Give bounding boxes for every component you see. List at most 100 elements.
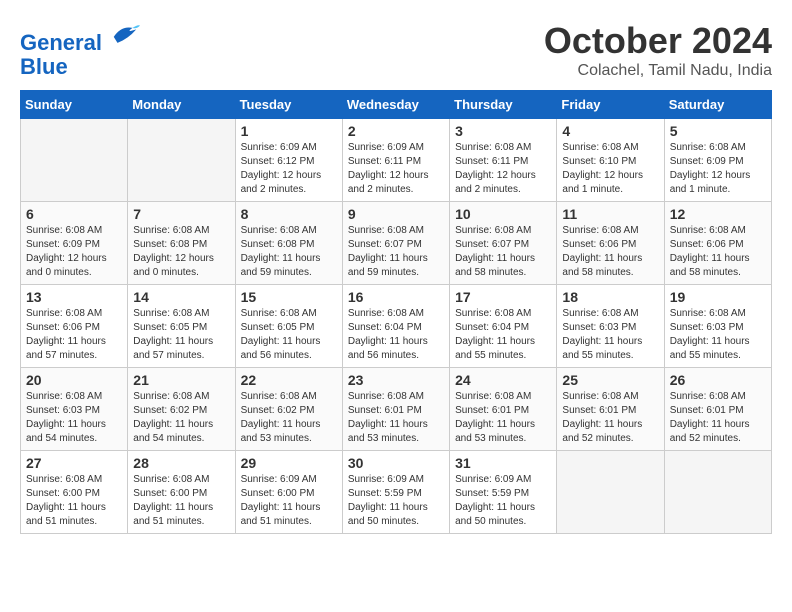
day-info: Sunrise: 6:08 AM Sunset: 6:03 PM Dayligh… (26, 390, 122, 446)
week-row-2: 6 Sunrise: 6:08 AM Sunset: 6:09 PM Daylig… (21, 202, 772, 285)
calendar-cell: 22Sunrise: 6:08 AM Sunset: 6:02 PM Dayli… (235, 368, 342, 451)
day-info: Sunrise: 6:08 AM Sunset: 6:08 PM Dayligh… (241, 224, 337, 280)
calendar-table: SundayMondayTuesdayWednesdayThursdayFrid… (20, 90, 772, 534)
day-number: 31 (455, 455, 551, 471)
calendar-cell: 24Sunrise: 6:08 AM Sunset: 6:01 PM Dayli… (450, 368, 557, 451)
day-info: Sunrise: 6:08 AM Sunset: 6:02 PM Dayligh… (133, 390, 229, 446)
calendar-cell (21, 119, 128, 202)
calendar-cell: 10 Sunrise: 6:08 AM Sunset: 6:07 PM Dayli… (450, 202, 557, 285)
day-info: Sunrise: 6:08 AM Sunset: 6:11 PM Dayligh… (455, 141, 551, 197)
calendar-cell: 2 Sunrise: 6:09 AM Sunset: 6:11 PM Daylig… (342, 119, 449, 202)
logo-bird-icon (110, 20, 140, 50)
day-number: 18 (562, 289, 658, 305)
day-info: Sunrise: 6:08 AM Sunset: 6:02 PM Dayligh… (241, 390, 337, 446)
week-row-1: 1 Sunrise: 6:09 AM Sunset: 6:12 PM Daylig… (21, 119, 772, 202)
day-number: 26 (670, 372, 766, 388)
logo: General Blue (20, 20, 140, 79)
header-tuesday: Tuesday (235, 91, 342, 119)
calendar-cell: 18 Sunrise: 6:08 AM Sunset: 6:03 PM Dayli… (557, 285, 664, 368)
day-number: 5 (670, 123, 766, 139)
day-info: Sunrise: 6:08 AM Sunset: 6:03 PM Dayligh… (670, 307, 766, 363)
day-info: Sunrise: 6:08 AM Sunset: 6:05 PM Dayligh… (241, 307, 337, 363)
day-info: Sunrise: 6:08 AM Sunset: 6:01 PM Dayligh… (562, 390, 658, 446)
title-block: October 2024 Colachel, Tamil Nadu, India (544, 20, 772, 80)
calendar-cell: 13Sunrise: 6:08 AM Sunset: 6:06 PM Dayli… (21, 285, 128, 368)
day-number: 24 (455, 372, 551, 388)
day-info: Sunrise: 6:08 AM Sunset: 6:00 PM Dayligh… (26, 473, 122, 529)
header-saturday: Saturday (664, 91, 771, 119)
day-info: Sunrise: 6:08 AM Sunset: 6:06 PM Dayligh… (670, 224, 766, 280)
day-number: 1 (241, 123, 337, 139)
calendar-cell: 1 Sunrise: 6:09 AM Sunset: 6:12 PM Daylig… (235, 119, 342, 202)
day-info: Sunrise: 6:09 AM Sunset: 5:59 PM Dayligh… (455, 473, 551, 529)
header-friday: Friday (557, 91, 664, 119)
header-row: SundayMondayTuesdayWednesdayThursdayFrid… (21, 91, 772, 119)
day-number: 27 (26, 455, 122, 471)
day-number: 14 (133, 289, 229, 305)
day-info: Sunrise: 6:09 AM Sunset: 6:12 PM Dayligh… (241, 141, 337, 197)
day-info: Sunrise: 6:08 AM Sunset: 6:10 PM Dayligh… (562, 141, 658, 197)
calendar-cell: 17Sunrise: 6:08 AM Sunset: 6:04 PM Dayli… (450, 285, 557, 368)
calendar-cell: 5 Sunrise: 6:08 AM Sunset: 6:09 PM Daylig… (664, 119, 771, 202)
calendar-cell: 29 Sunrise: 6:09 AM Sunset: 6:00 PM Dayli… (235, 451, 342, 534)
day-info: Sunrise: 6:08 AM Sunset: 6:07 PM Dayligh… (455, 224, 551, 280)
location-subtitle: Colachel, Tamil Nadu, India (544, 62, 772, 80)
calendar-cell: 3 Sunrise: 6:08 AM Sunset: 6:11 PM Daylig… (450, 119, 557, 202)
day-info: Sunrise: 6:08 AM Sunset: 6:01 PM Dayligh… (348, 390, 444, 446)
day-info: Sunrise: 6:08 AM Sunset: 6:09 PM Dayligh… (670, 141, 766, 197)
day-number: 2 (348, 123, 444, 139)
day-number: 25 (562, 372, 658, 388)
day-number: 6 (26, 206, 122, 222)
header-monday: Monday (128, 91, 235, 119)
day-number: 15 (241, 289, 337, 305)
day-number: 7 (133, 206, 229, 222)
calendar-cell: 25 Sunrise: 6:08 AM Sunset: 6:01 PM Dayli… (557, 368, 664, 451)
day-info: Sunrise: 6:08 AM Sunset: 6:00 PM Dayligh… (133, 473, 229, 529)
day-number: 29 (241, 455, 337, 471)
day-number: 21 (133, 372, 229, 388)
calendar-cell: 28Sunrise: 6:08 AM Sunset: 6:00 PM Dayli… (128, 451, 235, 534)
day-number: 20 (26, 372, 122, 388)
day-info: Sunrise: 6:09 AM Sunset: 6:00 PM Dayligh… (241, 473, 337, 529)
day-info: Sunrise: 6:08 AM Sunset: 6:08 PM Dayligh… (133, 224, 229, 280)
day-number: 8 (241, 206, 337, 222)
day-info: Sunrise: 6:08 AM Sunset: 6:05 PM Dayligh… (133, 307, 229, 363)
day-number: 11 (562, 206, 658, 222)
day-info: Sunrise: 6:09 AM Sunset: 6:11 PM Dayligh… (348, 141, 444, 197)
calendar-cell: 16Sunrise: 6:08 AM Sunset: 6:04 PM Dayli… (342, 285, 449, 368)
calendar-cell: 7 Sunrise: 6:08 AM Sunset: 6:08 PM Daylig… (128, 202, 235, 285)
logo-text: General Blue (20, 20, 140, 79)
header-wednesday: Wednesday (342, 91, 449, 119)
calendar-cell: 6 Sunrise: 6:08 AM Sunset: 6:09 PM Daylig… (21, 202, 128, 285)
calendar-cell: 15 Sunrise: 6:08 AM Sunset: 6:05 PM Dayli… (235, 285, 342, 368)
day-number: 3 (455, 123, 551, 139)
calendar-cell: 19 Sunrise: 6:08 AM Sunset: 6:03 PM Dayli… (664, 285, 771, 368)
day-number: 30 (348, 455, 444, 471)
week-row-4: 20 Sunrise: 6:08 AM Sunset: 6:03 PM Dayli… (21, 368, 772, 451)
calendar-cell: 14 Sunrise: 6:08 AM Sunset: 6:05 PM Dayli… (128, 285, 235, 368)
calendar-cell: 8 Sunrise: 6:08 AM Sunset: 6:08 PM Daylig… (235, 202, 342, 285)
calendar-cell (128, 119, 235, 202)
page-header: General Blue October 2024 Colachel, Tami… (20, 20, 772, 80)
day-info: Sunrise: 6:08 AM Sunset: 6:04 PM Dayligh… (455, 307, 551, 363)
day-number: 13 (26, 289, 122, 305)
day-info: Sunrise: 6:08 AM Sunset: 6:06 PM Dayligh… (562, 224, 658, 280)
header-sunday: Sunday (21, 91, 128, 119)
calendar-cell: 21 Sunrise: 6:08 AM Sunset: 6:02 PM Dayli… (128, 368, 235, 451)
day-number: 12 (670, 206, 766, 222)
day-number: 4 (562, 123, 658, 139)
day-info: Sunrise: 6:08 AM Sunset: 6:07 PM Dayligh… (348, 224, 444, 280)
day-number: 9 (348, 206, 444, 222)
calendar-cell: 11 Sunrise: 6:08 AM Sunset: 6:06 PM Dayli… (557, 202, 664, 285)
calendar-cell: 26Sunrise: 6:08 AM Sunset: 6:01 PM Dayli… (664, 368, 771, 451)
day-number: 10 (455, 206, 551, 222)
day-info: Sunrise: 6:08 AM Sunset: 6:03 PM Dayligh… (562, 307, 658, 363)
header-thursday: Thursday (450, 91, 557, 119)
day-info: Sunrise: 6:08 AM Sunset: 6:09 PM Dayligh… (26, 224, 122, 280)
week-row-5: 27 Sunrise: 6:08 AM Sunset: 6:00 PM Dayli… (21, 451, 772, 534)
calendar-cell: 23Sunrise: 6:08 AM Sunset: 6:01 PM Dayli… (342, 368, 449, 451)
calendar-cell (557, 451, 664, 534)
calendar-cell: 9 Sunrise: 6:08 AM Sunset: 6:07 PM Daylig… (342, 202, 449, 285)
day-number: 19 (670, 289, 766, 305)
day-info: Sunrise: 6:08 AM Sunset: 6:04 PM Dayligh… (348, 307, 444, 363)
